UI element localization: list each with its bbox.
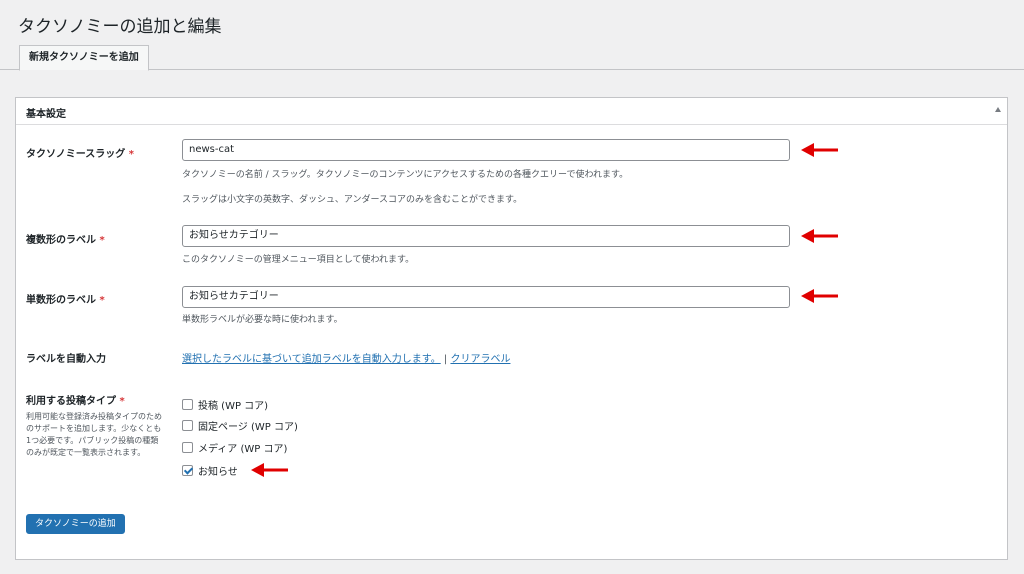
checkbox-page[interactable]: 固定ページ (WP コア) (182, 418, 298, 433)
triangle-up-icon[interactable] (995, 107, 1001, 112)
autofill-labels-link[interactable]: 選択したラベルに基づいて追加ラベルを自動入力します。 (182, 354, 441, 365)
singular-label-input[interactable]: お知らせカテゴリー (182, 286, 790, 308)
link-separator: | (443, 354, 448, 365)
clear-labels-link[interactable]: クリアラベル (450, 354, 510, 365)
required-marker: * (119, 396, 125, 407)
basic-settings-panel: 基本設定 タクソノミースラッグ * news-cat タクソノミーの名前 / ス… (15, 97, 1008, 560)
slug-description: タクソノミーの名前 / スラッグ。タクソノミーのコンテンツにアクセスするための各… (182, 170, 629, 180)
page-title: タクソノミーの追加と編集 (18, 17, 222, 37)
red-arrow-left-icon (801, 229, 838, 243)
plural-label-input[interactable]: お知らせカテゴリー (182, 225, 790, 247)
panel-title: 基本設定 (26, 109, 66, 120)
autofill-links: 選択したラベルに基づいて追加ラベルを自動入力します。 | クリアラベル (182, 350, 510, 365)
plural-description: このタクソノミーの管理メニュー項目として使われます。 (182, 255, 415, 265)
checkbox[interactable] (182, 442, 193, 453)
checkbox-news[interactable]: お知らせ (182, 463, 238, 478)
post-types-description: 利用可能な登録済み投稿タイプのためのサポートを追加します。少なくとも1つ必要です… (26, 412, 162, 457)
checkbox[interactable] (182, 420, 193, 431)
slug-label: タクソノミースラッグ * (26, 149, 134, 160)
red-arrow-left-icon (251, 463, 288, 477)
slug-rule-description: スラッグは小文字の英数字、ダッシュ、アンダースコアのみを含むことができます。 (182, 195, 523, 205)
checkbox-post[interactable]: 投稿 (WP コア) (182, 397, 268, 412)
checkbox-checked[interactable] (182, 465, 193, 476)
required-marker: * (99, 235, 105, 246)
red-arrow-left-icon (801, 289, 838, 303)
singular-label: 単数形のラベル * (26, 295, 105, 306)
tab-bar: 新規タクソノミーを追加 (0, 40, 1024, 71)
required-marker: * (99, 295, 105, 306)
red-arrow-left-icon (801, 143, 838, 157)
panel-header[interactable]: 基本設定 (16, 98, 1007, 125)
slug-input[interactable]: news-cat (182, 139, 790, 161)
checkbox[interactable] (182, 399, 193, 410)
add-taxonomy-button[interactable]: タクソノミーの追加 (26, 514, 125, 534)
tab-add-new-taxonomy[interactable]: 新規タクソノミーを追加 (19, 45, 149, 71)
checkbox-media[interactable]: メディア (WP コア) (182, 440, 287, 455)
singular-description: 単数形ラベルが必要な時に使われます。 (182, 315, 343, 325)
plural-label: 複数形のラベル * (26, 235, 105, 246)
autofill-label: ラベルを自動入力 (26, 354, 106, 365)
post-types-label: 利用する投稿タイプ * (26, 396, 125, 407)
required-marker: * (128, 149, 134, 160)
